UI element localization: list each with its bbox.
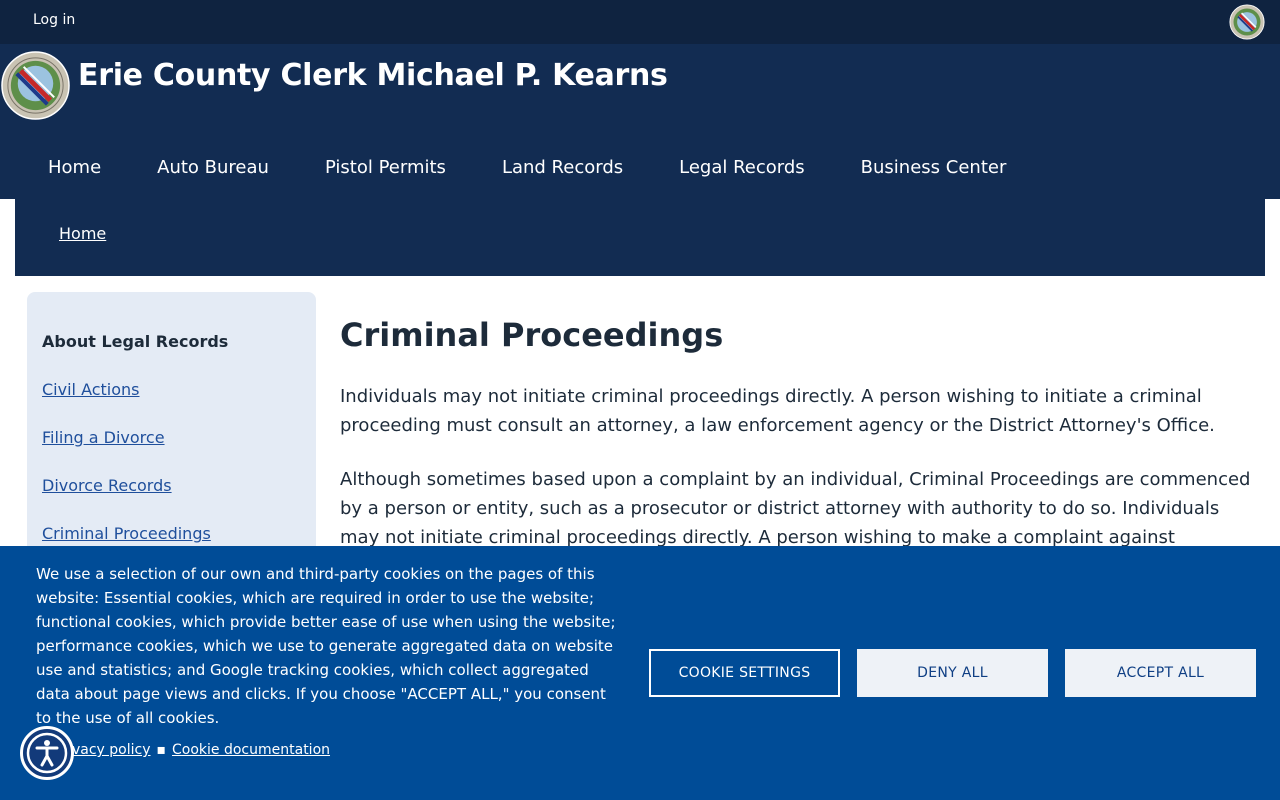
county-seal-icon[interactable] <box>1 51 70 120</box>
accessibility-button[interactable] <box>20 726 74 780</box>
content-paragraph: Individuals may not initiate criminal pr… <box>340 386 1215 436</box>
breadcrumb-home[interactable]: Home <box>59 224 106 243</box>
sidebar-item-civil-actions[interactable]: Civil Actions <box>42 380 140 399</box>
privacy-policy-link[interactable]: vacy policy <box>72 742 151 758</box>
nav-auto-bureau[interactable]: Auto Bureau <box>129 150 297 186</box>
page-title: Criminal Proceedings <box>340 316 724 354</box>
sidebar-heading: About Legal Records <box>42 332 229 351</box>
main-navigation: Home Auto Bureau Pistol Permits Land Rec… <box>20 150 1034 186</box>
nav-legal-records[interactable]: Legal Records <box>651 150 833 186</box>
accessibility-icon <box>26 732 68 774</box>
sidebar-item-filing-divorce[interactable]: Filing a Divorce <box>42 428 165 447</box>
county-seal-icon[interactable] <box>1229 4 1265 40</box>
cookie-message: We use a selection of our own and third-… <box>36 565 616 727</box>
nav-business-center[interactable]: Business Center <box>833 150 1035 186</box>
login-link[interactable]: Log in <box>33 12 75 28</box>
breadcrumb: Home <box>15 199 1265 276</box>
site-title[interactable]: Erie County Clerk Michael P. Kearns <box>78 58 668 93</box>
top-utility-bar: Log in <box>0 0 1280 44</box>
accept-all-button[interactable]: ACCEPT ALL <box>1065 649 1256 697</box>
cookie-links: vacy policy ▪ Cookie documentation <box>72 742 330 758</box>
content-paragraph: Although sometimes based upon a complain… <box>340 469 1251 548</box>
deny-all-button[interactable]: DENY ALL <box>857 649 1048 697</box>
nav-pistol-permits[interactable]: Pistol Permits <box>297 150 474 186</box>
sidebar-item-divorce-records[interactable]: Divorce Records <box>42 476 172 495</box>
nav-home[interactable]: Home <box>20 150 129 186</box>
sidebar-item-criminal-proceedings[interactable]: Criminal Proceedings <box>42 524 211 543</box>
cookie-settings-button[interactable]: COOKIE SETTINGS <box>649 649 840 697</box>
nav-land-records[interactable]: Land Records <box>474 150 651 186</box>
site-header: Erie County Clerk Michael P. Kearns Home… <box>0 44 1280 199</box>
cookie-consent-banner: We use a selection of our own and third-… <box>0 546 1280 800</box>
link-separator: ▪ <box>156 742 167 758</box>
cookie-documentation-link[interactable]: Cookie documentation <box>172 742 330 758</box>
